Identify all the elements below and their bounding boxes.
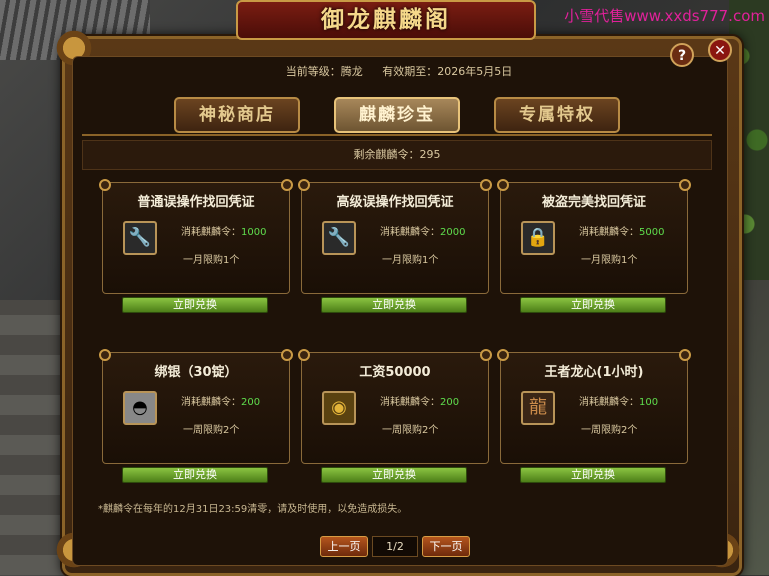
dragon-head-icon: 龍 [521, 391, 555, 425]
padlock-icon: 🔒 [521, 221, 555, 255]
exchange-button[interactable]: 立即兑换 [122, 297, 268, 313]
card-ornament [99, 349, 111, 361]
close-icon: ✕ [714, 43, 726, 59]
current-level: 当前等级：腾龙 [285, 65, 363, 78]
card-ornament [480, 349, 492, 361]
watermark-text: 小雪代售www.xxds777.com [564, 7, 765, 25]
item-card: 被盗完美找回凭证 🔒 消耗麒麟令：5000 一月限购1个 [497, 179, 691, 294]
window-title: 御龙麒麟阁 [321, 6, 451, 33]
item-name: 绑银（30锭） [154, 365, 238, 380]
remaining-tokens: 剩余麒麟令：295 [82, 140, 712, 170]
reset-notice: *麒麟令在每年的12月31日23:59清零，请及时使用，以免造成损失。 [98, 504, 408, 515]
item-cost: 消耗麒麟令：200 [181, 397, 261, 408]
item-name: 工资50000 [359, 365, 431, 380]
item-card: 王者龙心(1小时) 龍 消耗麒麟令：100 一周限购2个 [497, 349, 691, 464]
item-cost: 消耗麒麟令：5000 [579, 227, 665, 238]
exchange-button[interactable]: 立即兑换 [520, 297, 666, 313]
card-ornament [298, 349, 310, 361]
card-ornament [281, 349, 293, 361]
item-limit: 一周限购2个 [581, 425, 638, 436]
tab-label: 专属特权 [519, 105, 595, 125]
item-name: 普通误操作找回凭证 [137, 195, 255, 210]
item-name: 王者龙心(1小时) [544, 365, 644, 380]
item-name: 被盗完美找回凭证 [541, 195, 646, 210]
exchange-button[interactable]: 立即兑换 [122, 467, 268, 483]
tabs-divider [82, 134, 712, 136]
tab-exclusive-privilege[interactable]: 专属特权 [494, 97, 620, 133]
card-ornament [480, 179, 492, 191]
exchange-button[interactable]: 立即兑换 [321, 297, 467, 313]
prev-page-button[interactable]: 上一页 [320, 536, 368, 557]
tab-mystery-shop[interactable]: 神秘商店 [174, 97, 300, 133]
info-bar: 当前等级：腾龙 有效期至：2026年5月5日 [82, 58, 716, 86]
item-limit: 一月限购1个 [581, 255, 638, 266]
item-name: 高级误操作找回凭证 [336, 195, 454, 210]
wrench-icon: 🔧 [123, 221, 157, 255]
wrench-icon: 🔧 [322, 221, 356, 255]
item-limit: 一周限购2个 [183, 425, 240, 436]
item-cost: 消耗麒麟令：2000 [380, 227, 466, 238]
exchange-button[interactable]: 立即兑换 [520, 467, 666, 483]
gold-coin-icon: ◉ [322, 391, 356, 425]
tab-label: 神秘商店 [199, 105, 275, 125]
card-ornament [99, 179, 111, 191]
item-card: 绑银（30锭） ◓ 消耗麒麟令：200 一周限购2个 [99, 349, 293, 464]
exchange-button[interactable]: 立即兑换 [321, 467, 467, 483]
title-plate: 御龙麒麟阁 [236, 0, 536, 40]
item-card: 普通误操作找回凭证 🔧 消耗麒麟令：1000 一月限购1个 [99, 179, 293, 294]
item-limit: 一月限购1个 [382, 255, 439, 266]
card-ornament [679, 179, 691, 191]
item-limit: 一月限购1个 [183, 255, 240, 266]
card-ornament [497, 179, 509, 191]
page-indicator: 1/2 [372, 536, 418, 557]
item-card: 工资50000 ◉ 消耗麒麟令：200 一周限购2个 [298, 349, 492, 464]
card-ornament [298, 179, 310, 191]
item-cost: 消耗麒麟令：100 [579, 397, 659, 408]
item-cost: 消耗麒麟令：200 [380, 397, 460, 408]
card-ornament [281, 179, 293, 191]
item-cost: 消耗麒麟令：1000 [181, 227, 267, 238]
item-card: 高级误操作找回凭证 🔧 消耗麒麟令：2000 一月限购1个 [298, 179, 492, 294]
valid-until: 有效期至：2026年5月5日 [382, 65, 513, 78]
item-limit: 一周限购2个 [382, 425, 439, 436]
tab-label: 麒麟珍宝 [359, 105, 435, 125]
card-ornament [497, 349, 509, 361]
silver-ingot-icon: ◓ [123, 391, 157, 425]
next-page-button[interactable]: 下一页 [422, 536, 470, 557]
tab-qilin-treasure[interactable]: 麒麟珍宝 [334, 97, 460, 133]
card-ornament [679, 349, 691, 361]
